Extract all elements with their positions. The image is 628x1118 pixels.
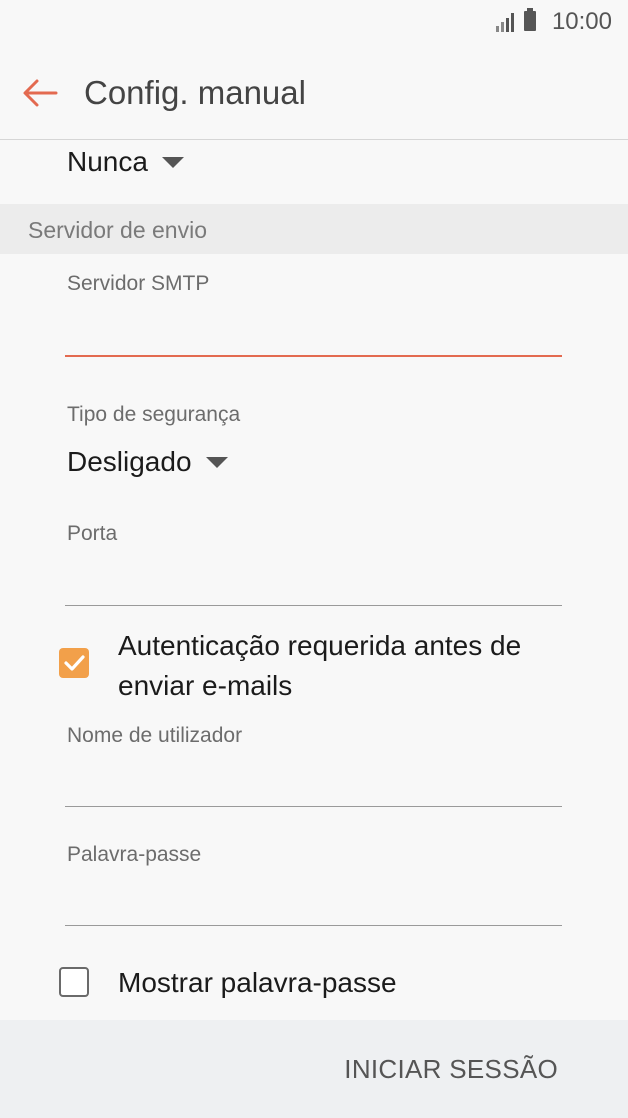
back-arrow-icon[interactable] [22,78,58,108]
smtp-server-label: Servidor SMTP [67,272,210,295]
sync-frequency-value: Nunca [67,146,148,177]
security-type-label: Tipo de segurança [67,403,241,426]
app-bar: Config. manual [0,44,628,140]
username-input[interactable] [67,762,560,802]
port-input[interactable] [67,560,560,600]
status-bar: 10:00 [0,0,628,44]
username-underline [65,806,562,807]
dropdown-arrow-icon [205,456,228,468]
smtp-server-underline [65,355,562,357]
security-type-value: Desligado [67,446,192,477]
password-label: Palavra-passe [67,843,202,866]
header-divider [0,139,628,140]
password-input[interactable] [67,881,560,921]
battery-icon [524,8,536,31]
port-label: Porta [67,522,118,545]
section-title: Servidor de envio [28,217,207,243]
password-underline [65,925,562,926]
checkmark-icon [64,655,85,671]
username-label: Nome de utilizador [67,724,243,747]
sign-in-button[interactable]: INICIAR SESSÃO [344,1054,558,1085]
port-underline [65,605,562,606]
security-type-dropdown[interactable]: Desligado [67,446,228,478]
signal-icon [496,13,514,32]
show-password-checkbox[interactable] [59,967,89,997]
smtp-server-input[interactable] [67,310,560,350]
page-title: Config. manual [84,74,306,111]
sync-frequency-dropdown[interactable]: Nunca [67,146,184,178]
section-header-outgoing: Servidor de envio [0,204,628,254]
auth-required-label: Autenticação requerida antes de enviar e… [118,630,522,701]
dropdown-arrow-icon [161,156,184,168]
bottom-action-bar: INICIAR SESSÃO [0,1020,628,1118]
show-password-label: Mostrar palavra-passe [118,967,397,998]
status-time: 10:00 [551,8,612,35]
auth-required-checkbox[interactable] [59,648,89,678]
